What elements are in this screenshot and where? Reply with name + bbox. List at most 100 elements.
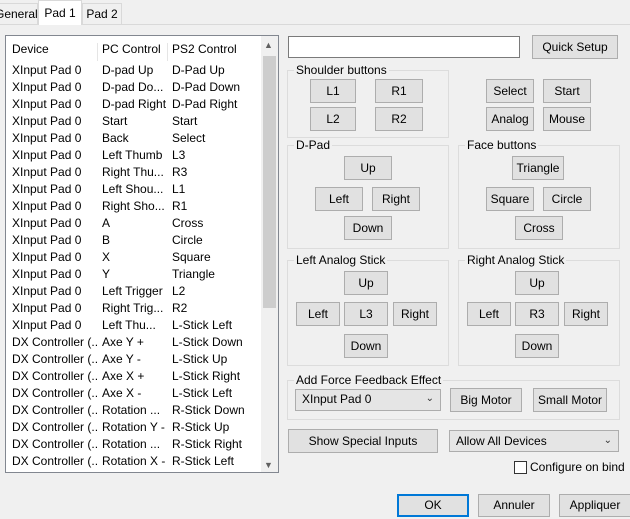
table-row[interactable]: DX Controller (... Rotation ... R-Stick Ri… [6,436,262,453]
dpad-right-button[interactable]: Right [372,187,420,211]
cell-ps2-control: D-Pad Down [172,80,241,94]
cell-pc-control: A [102,216,111,230]
table-row[interactable]: XInput Pad 0 D-pad Up D-Pad Up [6,62,262,79]
table-row[interactable]: DX Controller (... Rotation Y - R-Stick Up [6,419,262,436]
tab-pad-1[interactable]: Pad 1 [38,0,82,25]
mouse-button[interactable]: Mouse [543,107,591,131]
cell-device: XInput Pad 0 [12,318,82,332]
devices-filter-select[interactable]: Allow All Devices ⌄ [449,430,619,452]
ok-button[interactable]: OK [397,494,469,517]
analog-button[interactable]: Analog [486,107,534,131]
cell-pc-control: Start [102,114,128,128]
table-row[interactable]: XInput Pad 0 Right Thu... R3 [6,164,262,181]
table-row[interactable]: DX Controller (... Rotation X - R-Stick Le… [6,453,262,470]
table-row[interactable]: XInput Pad 0 B Circle [6,232,262,249]
force-feedback-title: Add Force Feedback Effect [294,373,444,387]
ff-device-select[interactable]: XInput Pad 0 ⌄ [295,389,441,411]
cell-device: XInput Pad 0 [12,114,82,128]
table-row[interactable]: DX Controller (... Axe Y - L-Stick Up [6,351,262,368]
dpad-title: D-Pad [294,138,333,152]
show-special-inputs-button[interactable]: Show Special Inputs [288,429,438,453]
configure-on-bind-checkbox[interactable] [514,461,527,474]
cell-pc-control: Back [102,131,129,145]
lstick-right-button[interactable]: Right [393,302,437,326]
bindings-list[interactable]: Device PC Control PS2 Control XInput Pad… [5,35,279,473]
header-pc-control[interactable]: PC Control [102,40,166,58]
scroll-up-icon[interactable]: ▲ [264,40,273,50]
table-row[interactable]: DX Controller (... Axe X + L-Stick Right [6,368,262,385]
table-row[interactable]: DX Controller (... Axe Y + L-Stick Down [6,334,262,351]
cell-device: XInput Pad 0 [12,97,82,111]
table-row[interactable]: DX Controller (... Rotation ... R-Stick Do… [6,402,262,419]
cell-pc-control: Axe Y - [102,352,141,366]
rstick-right-button[interactable]: Right [564,302,608,326]
right-stick-title: Right Analog Stick [465,253,567,267]
dpad-up-button[interactable]: Up [344,156,392,180]
tab-pad-2[interactable]: Pad 2 [82,3,122,24]
cell-device: XInput Pad 0 [12,216,82,230]
lstick-l3-button[interactable]: L3 [344,302,388,326]
circle-button[interactable]: Circle [543,187,591,211]
cell-pc-control: Right Sho... [102,199,165,213]
cross-button[interactable]: Cross [515,216,563,240]
cell-device: XInput Pad 0 [12,233,82,247]
r2-button[interactable]: R2 [375,107,423,131]
cell-pc-control: D-pad Right [102,97,166,111]
lstick-down-button[interactable]: Down [344,334,388,358]
l2-button[interactable]: L2 [310,107,356,131]
cell-ps2-control: Circle [172,233,203,247]
rstick-left-button[interactable]: Left [467,302,511,326]
table-row[interactable]: XInput Pad 0 Back Select [6,130,262,147]
header-ps2-control[interactable]: PS2 Control [172,40,260,58]
start-button[interactable]: Start [543,79,591,103]
chevron-down-icon: ⌄ [603,435,612,446]
cell-ps2-control: D-Pad Right [172,97,238,111]
table-row[interactable]: XInput Pad 0 Left Thu... L-Stick Left [6,317,262,334]
table-row[interactable]: XInput Pad 0 Right Sho... R1 [6,198,262,215]
chevron-down-icon: ⌄ [425,393,434,404]
table-row[interactable]: XInput Pad 0 Y Triangle [6,266,262,283]
table-row[interactable]: DX Controller (... Axe X - L-Stick Left [6,385,262,402]
dpad-down-button[interactable]: Down [344,216,392,240]
table-row[interactable]: XInput Pad 0 Left Thumb L3 [6,147,262,164]
table-row[interactable]: XInput Pad 0 Left Shou... L1 [6,181,262,198]
dpad-left-button[interactable]: Left [315,187,363,211]
r1-button[interactable]: R1 [375,79,423,103]
cell-device: DX Controller (... [12,335,98,349]
lstick-up-button[interactable]: Up [344,271,388,295]
triangle-button[interactable]: Triangle [512,156,564,180]
cell-ps2-control: R-Stick Right [172,437,243,451]
select-button[interactable]: Select [486,79,534,103]
scroll-down-icon[interactable]: ▼ [264,460,273,470]
big-motor-button[interactable]: Big Motor [450,388,522,412]
table-row[interactable]: XInput Pad 0 X Square [6,249,262,266]
scroll-thumb[interactable] [263,56,276,308]
header-device[interactable]: Device [12,40,98,58]
small-motor-button[interactable]: Small Motor [533,388,607,412]
apply-button[interactable]: Appliquer [559,494,630,517]
cell-device: DX Controller (... [12,386,98,400]
cell-pc-control: Y [102,267,111,281]
rstick-down-button[interactable]: Down [515,334,559,358]
rstick-up-button[interactable]: Up [515,271,559,295]
lstick-left-button[interactable]: Left [296,302,340,326]
quick-setup-button[interactable]: Quick Setup [532,35,618,59]
square-button[interactable]: Square [486,187,534,211]
list-scrollbar[interactable]: ▲ ▼ [261,36,278,472]
table-row[interactable]: XInput Pad 0 A Cross [6,215,262,232]
rstick-r3-button[interactable]: R3 [515,302,559,326]
quick-setup-input[interactable] [288,36,520,58]
cell-ps2-control: L-Stick Right [172,369,241,383]
table-row[interactable]: XInput Pad 0 Left Trigger L2 [6,283,262,300]
table-row[interactable]: XInput Pad 0 D-pad Do... D-Pad Down [6,79,262,96]
l1-button[interactable]: L1 [310,79,356,103]
table-row[interactable]: XInput Pad 0 Start Start [6,113,262,130]
configure-on-bind-label[interactable]: Configure on bind [530,459,625,475]
table-row[interactable]: XInput Pad 0 D-pad Right D-Pad Right [6,96,262,113]
cancel-button[interactable]: Annuler [478,494,550,517]
cell-pc-control: Left Trigger [102,284,163,298]
table-row[interactable]: XInput Pad 0 Right Trig... R2 [6,300,262,317]
cell-pc-control: X [102,250,111,264]
tab-general[interactable]: General [0,3,38,24]
cell-pc-control: Rotation X - [102,454,166,468]
